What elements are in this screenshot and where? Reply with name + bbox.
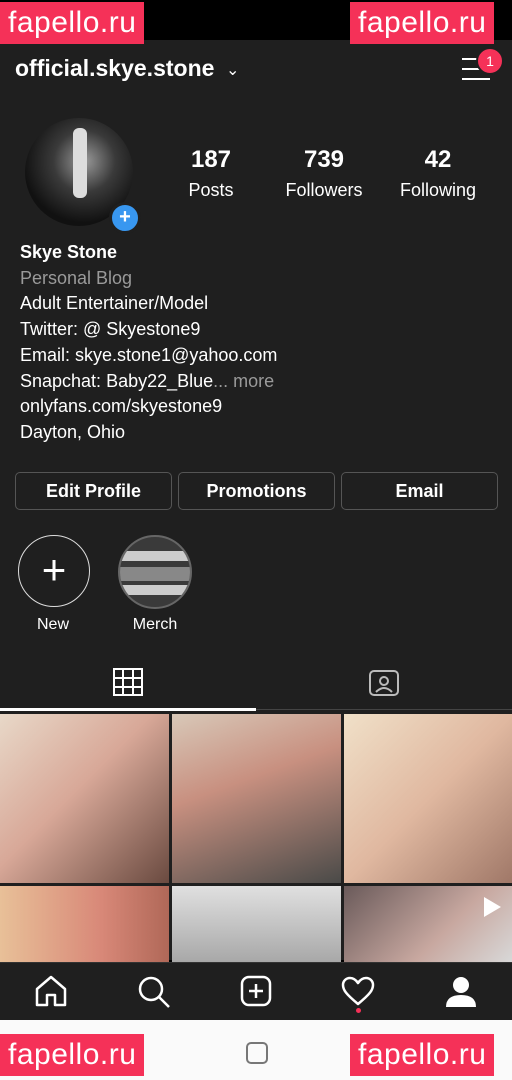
activity-dot <box>356 1008 361 1013</box>
home-icon[interactable] <box>34 975 68 1007</box>
system-home-button[interactable] <box>246 1042 268 1064</box>
highlight-cover-band <box>120 567 190 581</box>
watermark: fapello.ru <box>0 1034 145 1076</box>
stat-following[interactable]: 42 Following <box>378 146 498 201</box>
merch-highlight-label: Merch <box>132 616 178 633</box>
bio-line: Email: skye.stone1@yahoo.com <box>20 344 278 365</box>
email-button[interactable]: Email <box>341 472 498 510</box>
bio-snapchat: Snapchat: Baby22_Blue <box>20 370 214 391</box>
video-icon <box>484 897 501 917</box>
promotions-button[interactable]: Promotions <box>178 472 335 510</box>
bio: Skye Stone Personal Blog Adult Entertain… <box>20 240 277 446</box>
chevron-down-icon[interactable]: ⌄ <box>226 60 239 80</box>
highlight-cover-band <box>120 551 190 561</box>
bio-website-link[interactable]: onlyfans.com/skyestone9 <box>20 394 277 420</box>
notification-badge: 1 <box>476 47 504 75</box>
profile-category: Personal Blog <box>20 267 133 288</box>
profile-name: Skye Stone <box>20 242 118 262</box>
more-link[interactable]: ... more <box>213 371 274 391</box>
stat-posts[interactable]: 187 Posts <box>151 146 271 201</box>
merch-highlight[interactable] <box>118 535 192 609</box>
post-thumbnail[interactable] <box>172 886 341 962</box>
post-thumbnail[interactable] <box>344 714 512 883</box>
tagged-icon[interactable] <box>368 667 400 697</box>
post-thumbnail[interactable] <box>0 886 169 962</box>
post-thumbnail[interactable] <box>172 714 341 883</box>
watermark: fapello.ru <box>350 2 495 44</box>
highlight-cover-band <box>120 585 190 595</box>
heart-icon[interactable] <box>341 976 375 1006</box>
plus-icon: + <box>41 546 67 593</box>
avatar-figure <box>73 128 87 198</box>
posts-count: 187 <box>190 146 232 173</box>
watermark: fapello.ru <box>350 1034 495 1076</box>
bio-line: Twitter: @ Skyestone9 <box>20 319 201 340</box>
add-post-icon[interactable] <box>240 975 272 1007</box>
add-story-icon[interactable]: + <box>109 202 141 234</box>
watermark: fapello.ru <box>0 2 145 44</box>
bio-line: Snapchat: Baby22_Blue... more <box>20 369 277 395</box>
edit-profile-button[interactable]: Edit Profile <box>15 472 172 510</box>
post-thumbnail[interactable] <box>0 714 169 883</box>
following-label: Following <box>399 180 477 200</box>
followers-label: Followers <box>285 180 363 200</box>
active-tab-indicator <box>0 708 256 711</box>
new-highlight-button[interactable]: + <box>18 535 90 607</box>
posts-label: Posts <box>188 180 234 200</box>
bio-line: Adult Entertainer/Model <box>20 293 209 314</box>
bio-location: Dayton, Ohio <box>20 421 126 442</box>
stat-followers[interactable]: 739 Followers <box>264 146 384 201</box>
username-switcher[interactable]: official.skye.stone <box>15 55 214 82</box>
followers-count: 739 <box>303 146 345 173</box>
grid-icon[interactable] <box>113 668 143 696</box>
profile-icon[interactable] <box>444 975 478 1009</box>
new-highlight-label: New <box>36 616 69 633</box>
search-icon[interactable] <box>137 975 171 1009</box>
following-count: 42 <box>424 146 452 173</box>
